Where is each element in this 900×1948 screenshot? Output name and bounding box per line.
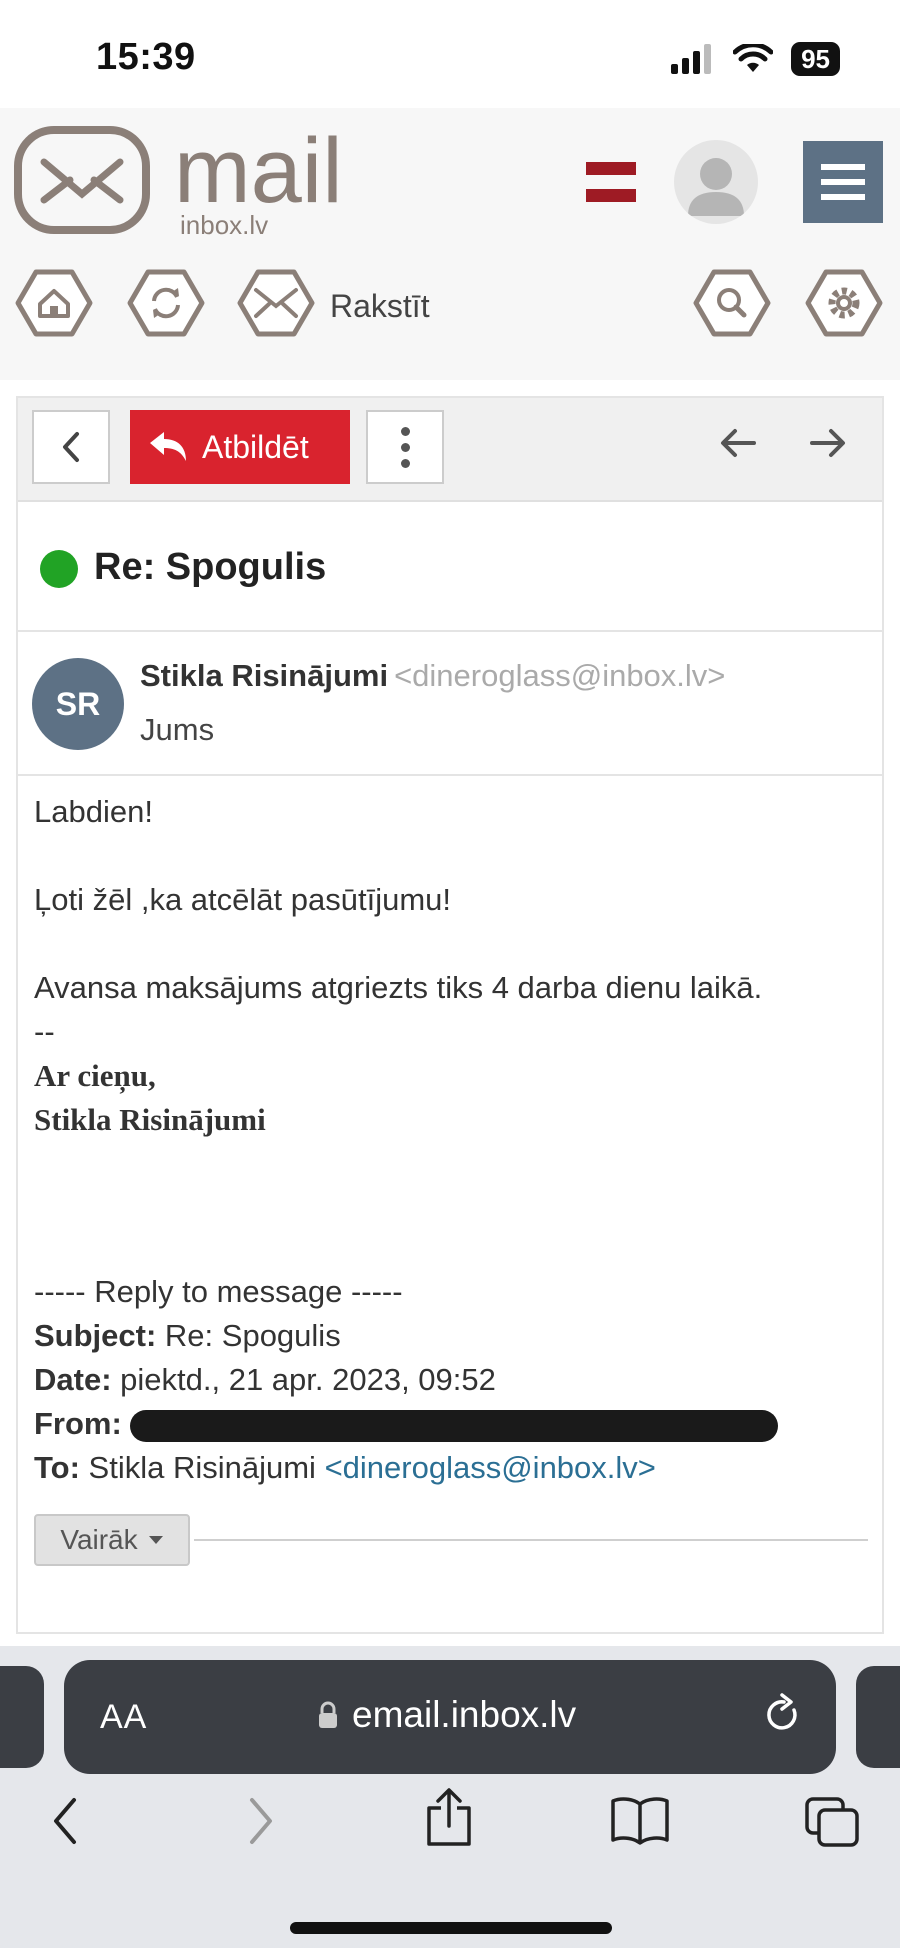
reply-to-email-link[interactable]: <dineroglass@inbox.lv> (325, 1450, 656, 1485)
reply-from: From: (34, 1402, 874, 1446)
lock-icon (319, 1701, 337, 1728)
sender-email[interactable]: <dineroglass@inbox.lv> (394, 658, 725, 693)
search-icon (693, 269, 771, 337)
reply-from-label: From: (34, 1406, 122, 1441)
reply-label: Atbildēt (202, 428, 309, 465)
sender-line: Stikla Risinājumi <dineroglass@inbox.lv> (140, 658, 725, 694)
hamburger-menu-button[interactable] (803, 141, 883, 223)
home-indicator (290, 1922, 612, 1934)
reply-button[interactable]: Atbildēt (130, 410, 350, 484)
language-flag-icon[interactable] (586, 162, 636, 202)
status-time: 15:39 (96, 36, 196, 78)
browser-toolbar: AA email.inbox.lv (0, 1646, 900, 1948)
chevron-left-icon (54, 1798, 76, 1844)
browser-back-button[interactable] (50, 1796, 80, 1851)
reply-to-label: To: (34, 1450, 80, 1485)
home-icon (15, 269, 93, 337)
reply-subject: Subject: Re: Spogulis (34, 1314, 874, 1358)
share-button[interactable] (424, 1788, 474, 1853)
reply-date: Date: piektd., 21 apr. 2023, 09:52 (34, 1358, 874, 1402)
subject-row: Re: Spogulis (18, 502, 882, 632)
more-label: Vairāk (60, 1524, 138, 1555)
signature-line-2: Stikla Risinājumi (34, 1102, 266, 1137)
body-greeting: Labdien! (34, 794, 153, 829)
arrow-left-icon (721, 429, 756, 457)
status-icons: 95 (671, 42, 840, 76)
body-separator: -- (34, 1014, 55, 1049)
url-text: email.inbox.lv (352, 1694, 577, 1735)
back-button[interactable] (32, 410, 110, 484)
chevron-right-icon (250, 1798, 272, 1844)
home-button[interactable] (14, 268, 94, 338)
browser-nav (0, 1788, 900, 1876)
reply-subject-value: Re: Spogulis (164, 1318, 341, 1353)
reload-icon (767, 1693, 797, 1730)
body-line-2: Avansa maksājums atgriezts tiks 4 darba … (34, 970, 763, 1005)
share-icon (427, 1788, 471, 1846)
next-tab[interactable] (856, 1666, 900, 1768)
status-bar: 15:39 95 (0, 0, 900, 108)
bookmarks-button[interactable] (610, 1796, 670, 1851)
inbox-logo[interactable]: mail inbox.lv (14, 120, 394, 247)
arrow-right-icon (810, 429, 845, 457)
reload-button[interactable] (764, 1692, 804, 1741)
chevron-left-icon (63, 432, 79, 462)
quoted-reply: ----- Reply to message ----- Subject: Re… (34, 1270, 874, 1490)
recipient-label: Jums (140, 712, 215, 747)
next-message-button[interactable] (810, 426, 848, 465)
reply-date-label: Date: (34, 1362, 112, 1397)
search-button[interactable] (692, 268, 772, 338)
tabs-icon (805, 1797, 859, 1847)
address-bar[interactable]: AA email.inbox.lv (64, 1660, 836, 1774)
user-avatar[interactable] (674, 140, 758, 224)
envelope-icon (237, 269, 315, 337)
refresh-icon (127, 269, 205, 337)
reply-to: To: Stikla Risinājumi <dineroglass@inbox… (34, 1446, 874, 1490)
message-toolbar: Atbildēt (18, 398, 882, 502)
battery-indicator: 95 (791, 42, 840, 76)
reply-icon (150, 432, 186, 461)
logo-subtext: inbox.lv (180, 210, 268, 240)
reply-subject-label: Subject: (34, 1318, 157, 1353)
reply-to-name: Stikla Risinājumi (88, 1450, 316, 1485)
settings-button[interactable] (804, 268, 884, 338)
app-header: mail inbox.lv Rakstīt (0, 108, 900, 380)
message-subject: Re: Spogulis (94, 546, 327, 588)
reply-heading: ----- Reply to message ----- (34, 1274, 403, 1309)
divider (194, 1539, 868, 1541)
previous-tab[interactable] (0, 1666, 44, 1768)
more-button[interactable]: Vairāk (34, 1514, 190, 1566)
signal-icon (671, 44, 712, 74)
mail-toolbar: Rakstīt (0, 268, 900, 344)
caret-down-icon (148, 1536, 163, 1544)
wifi-icon (733, 44, 774, 72)
more-options-button[interactable] (366, 410, 444, 484)
status-dot (40, 550, 78, 588)
logo-text: mail (174, 122, 343, 222)
reader-settings-button[interactable]: AA (100, 1698, 147, 1737)
redacted-sender (129, 1409, 778, 1442)
sender-avatar: SR (32, 658, 124, 750)
message-panel: Atbildēt Re: Spogulis SR Stikla Risināju… (16, 396, 884, 1634)
reply-date-value: piektd., 21 apr. 2023, 09:52 (120, 1362, 496, 1397)
gear-icon (805, 269, 883, 337)
tabs-button[interactable] (804, 1796, 860, 1853)
book-icon (611, 1797, 669, 1845)
body-line-1: Ļoti žēl ,ka atcēlāt pasūtījumu! (34, 882, 452, 917)
compose-label[interactable]: Rakstīt (330, 288, 430, 325)
sender-row: SR Stikla Risinājumi <dineroglass@inbox.l… (18, 632, 882, 776)
sender-name[interactable]: Stikla Risinājumi (140, 658, 388, 693)
browser-forward-button[interactable] (246, 1796, 276, 1851)
compose-button[interactable] (236, 268, 316, 338)
signature-line-1: Ar cieņu, (34, 1058, 156, 1093)
previous-message-button[interactable] (718, 426, 756, 465)
message-body: Labdien! Ļoti žēl ,ka atcēlāt pasūtījumu… (34, 790, 874, 1142)
url-display[interactable]: email.inbox.lv (318, 1694, 576, 1736)
refresh-button[interactable] (126, 268, 206, 338)
